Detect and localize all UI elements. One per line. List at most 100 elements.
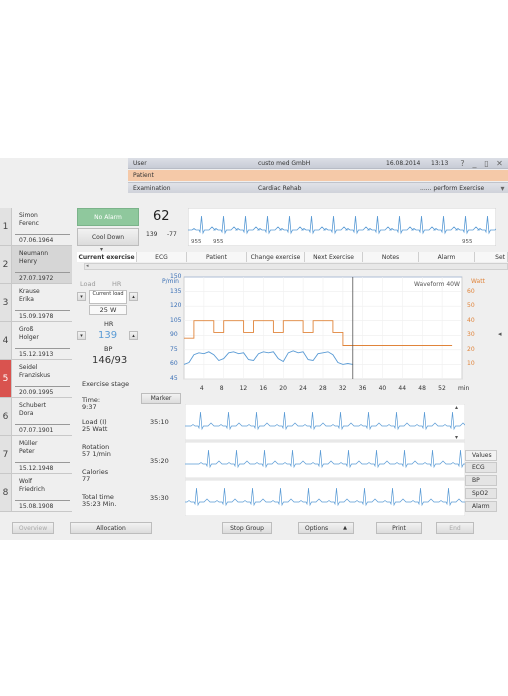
strip-label-3: 955 (462, 239, 473, 245)
patient-name: Wolf Friedrich (19, 478, 45, 493)
ecg-strip-top (188, 208, 496, 246)
patient-number: 2 (0, 246, 12, 283)
right-tick-label: 50 (467, 302, 475, 310)
patient-card-4[interactable]: 4 Groß Holger 15.12.1913 (0, 322, 72, 360)
patient-dob: 15.12.1913 (19, 351, 54, 358)
side-values-button[interactable]: Values (465, 450, 497, 461)
patient-number: 8 (0, 474, 12, 511)
right-panel-expand-icon[interactable]: ◂ (498, 330, 502, 338)
left-tick-label: 105 (170, 316, 182, 324)
user-label: User (133, 159, 147, 167)
ecg-row-time-3: 35:30 (150, 494, 169, 502)
patient-dob: 07.06.1964 (19, 237, 54, 244)
side-spo2-button[interactable]: SpO2 (465, 488, 497, 499)
patient-card-3[interactable]: 3 Krause Erika 15.09.1978 (0, 284, 72, 322)
ecg-scroll-down-icon[interactable]: ▾ (455, 434, 458, 441)
bp-diastolic-small: -77 (167, 231, 177, 238)
tab-next-exercise[interactable]: Next Exercise (305, 252, 363, 262)
left-tick-label: 135 (170, 287, 182, 295)
overview-button[interactable]: Overview (12, 522, 54, 534)
side-ecg-button[interactable]: ECG (465, 462, 497, 473)
allocation-button[interactable]: Allocation (70, 522, 152, 534)
tab-settings[interactable]: Set (475, 252, 508, 262)
tab-patient[interactable]: Patient (187, 252, 247, 262)
patient-card-2[interactable]: 2 Neumann Henry 27.07.1972 (0, 246, 72, 284)
x-tick-label: 44 (398, 385, 407, 392)
x-tick-label: 48 (418, 385, 426, 392)
no-alarm-button[interactable]: No Alarm (77, 208, 139, 226)
waveform-label: Waveform 40W (414, 281, 460, 288)
ecg-row-time-1: 35:10 (150, 418, 169, 426)
date-display: 16.08.2014 (386, 159, 421, 167)
left-tick-label: 75 (170, 345, 178, 353)
x-tick-label: 16 (259, 385, 268, 392)
minimize-icon[interactable]: _ (470, 159, 479, 168)
time-display: 13:13 (431, 159, 449, 167)
x-tick-label: 28 (319, 385, 327, 392)
print-button[interactable]: Print (376, 522, 422, 534)
scroll-left-icon[interactable]: ◂ (86, 263, 89, 269)
patient-card-8[interactable]: 8 Wolf Friedrich 15.08.1908 (0, 474, 72, 512)
patient-name: Groß Holger (19, 326, 39, 341)
patient-dob: 20.09.1995 (19, 389, 54, 396)
marker-button[interactable]: Marker (141, 393, 181, 404)
options-label: Options (305, 524, 329, 532)
patient-number: 7 (0, 436, 12, 473)
left-tick-label: 90 (170, 331, 178, 339)
help-icon[interactable]: ? (458, 159, 467, 168)
patient-number: 5 (0, 360, 12, 397)
side-alarm-button[interactable]: Alarm (465, 501, 497, 512)
calories-value: 77 (82, 475, 91, 483)
hr-decrease-button[interactable]: ▾ (77, 331, 86, 340)
tab-change-exercise[interactable]: Change exercise (247, 252, 305, 262)
patient-label: Patient (133, 172, 154, 179)
bp-value: 146/93 (92, 355, 128, 366)
right-tick-label: 40 (467, 316, 475, 324)
header-patient-row[interactable]: Patient (128, 170, 508, 181)
x-tick-label: 4 (199, 385, 204, 392)
right-tick-label: 10 (467, 360, 475, 368)
patient-number: 4 (0, 322, 12, 359)
cool-down-button[interactable]: Cool Down (77, 228, 139, 246)
patient-card-1[interactable]: 1 Simon Ferenc 07.06.1964 (0, 208, 72, 246)
right-tick-label: 60 (467, 287, 475, 295)
chevron-down-icon[interactable]: ▾ (498, 184, 507, 193)
end-button[interactable]: End (436, 522, 474, 534)
patient-dob: 15.12.1948 (19, 465, 54, 472)
load-decrease-button[interactable]: ▾ (77, 292, 86, 301)
current-load-label: Current load (89, 290, 127, 304)
heart-rate-value: 62 (153, 209, 170, 224)
load-increase-button[interactable]: ▴ (129, 292, 138, 301)
tab-dropdown-icon[interactable]: ▾ (100, 246, 103, 253)
x-tick-label: 52 (438, 385, 446, 392)
left-tick-label: 120 (170, 302, 182, 310)
tab-ecg[interactable]: ECG (137, 252, 187, 262)
left-tick-label: 45 (170, 375, 178, 382)
patient-name: Schubert Dora (19, 402, 47, 417)
options-button[interactable]: Options ▲ (298, 522, 354, 534)
tab-current-exercise[interactable]: Current exercise (77, 252, 137, 262)
x-tick-label: 32 (338, 385, 347, 392)
patient-card-7[interactable]: 7 Müller Peter 15.12.1948 (0, 436, 72, 474)
bp-label: BP (104, 345, 113, 353)
perform-exercise-label[interactable]: ...... perform Exercise (420, 185, 484, 192)
load-mode-tab[interactable]: Load (80, 280, 96, 288)
tab-scrollbar[interactable] (84, 263, 508, 270)
ecg-scroll-up-icon[interactable]: ▴ (455, 404, 458, 411)
hr-mode-tab[interactable]: HR (112, 280, 121, 288)
x-tick-label: min (458, 385, 470, 392)
left-tick-label: 150 (170, 273, 182, 280)
restore-icon[interactable]: ▯ (482, 159, 491, 168)
chevron-up-icon: ▲ (343, 525, 347, 531)
tab-notes[interactable]: Notes (363, 252, 419, 262)
x-tick-label: 36 (358, 385, 367, 392)
x-tick-label: 24 (299, 385, 307, 392)
x-tick-label: 20 (279, 385, 287, 392)
hr-increase-button[interactable]: ▴ (129, 331, 138, 340)
tab-alarm[interactable]: Alarm (419, 252, 475, 262)
patient-card-6[interactable]: 6 Schubert Dora 07.07.1901 (0, 398, 72, 436)
close-icon[interactable]: ✕ (495, 159, 504, 168)
side-bp-button[interactable]: BP (465, 475, 497, 486)
stop-group-button[interactable]: Stop Group (222, 522, 272, 534)
patient-card-5[interactable]: 5 Seidel Franziskus 20.09.1995 (0, 360, 72, 398)
